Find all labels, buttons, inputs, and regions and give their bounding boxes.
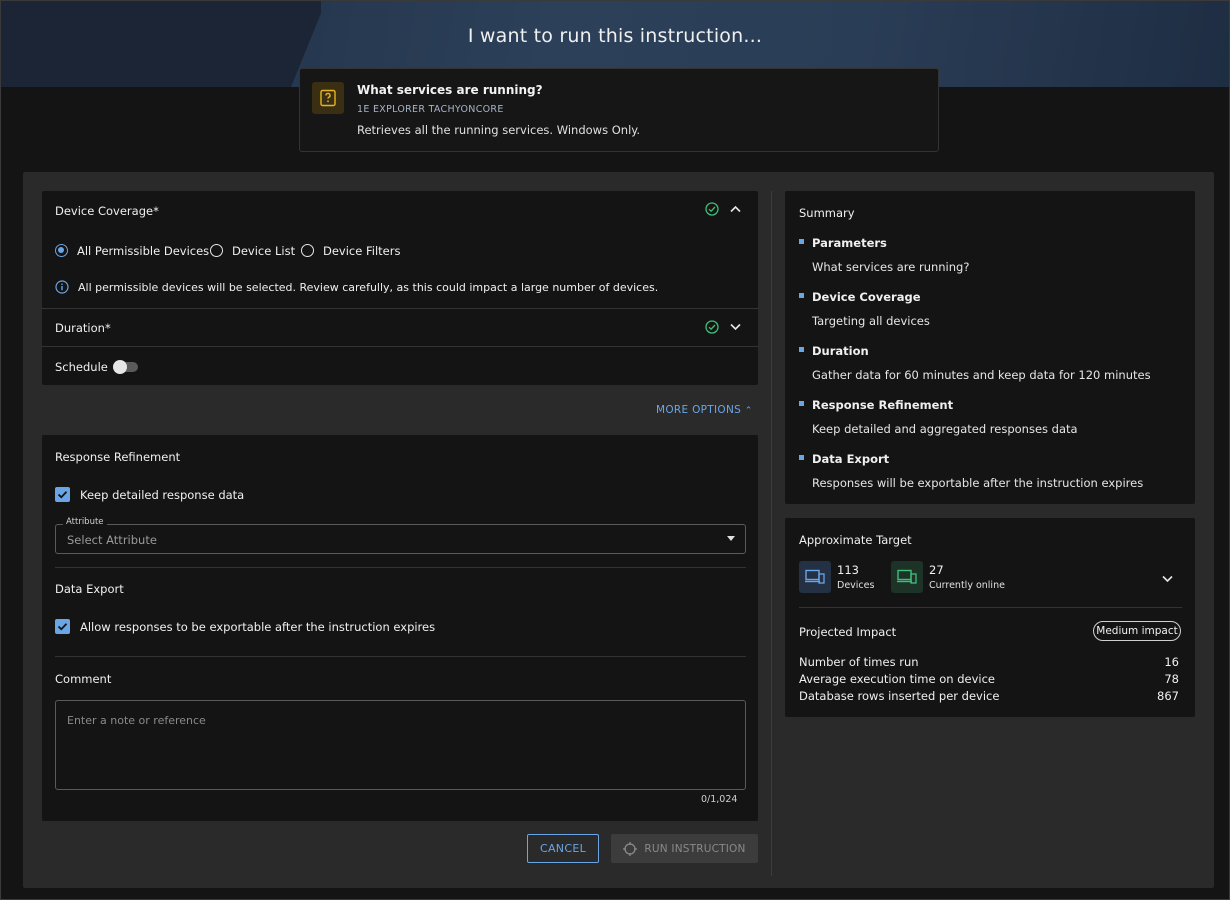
- device-coverage-label: Device Coverage*: [55, 204, 159, 218]
- radio-device-list[interactable]: [210, 244, 223, 257]
- separator: [42, 308, 758, 309]
- question-doc-icon: [312, 82, 344, 114]
- data-export-title: Data Export: [55, 582, 124, 596]
- devices-label: Devices: [837, 580, 875, 591]
- schedule-label: Schedule: [55, 360, 108, 374]
- summary-head: Parameters: [812, 236, 887, 250]
- summary-text: What services are running?: [812, 260, 970, 274]
- separator: [42, 346, 758, 347]
- devices-count: 113: [837, 563, 859, 577]
- instruction-description: Retrieves all the running services. Wind…: [357, 123, 641, 137]
- radio-label-all: All Permissible Devices: [77, 244, 210, 258]
- comment-placeholder: Enter a note or reference: [67, 714, 206, 727]
- online-count: 27: [929, 563, 944, 577]
- chevron-down-icon[interactable]: [730, 323, 741, 331]
- schedule-toggle[interactable]: [113, 360, 138, 374]
- radio-label-list: Device List: [232, 244, 296, 258]
- instruction-product: 1E EXPLORER TACHYONCORE: [357, 104, 504, 115]
- target-title: Approximate Target: [799, 533, 912, 547]
- radio-all-permissible[interactable]: [55, 244, 68, 257]
- crosshair-icon: [623, 841, 638, 856]
- summary-title: Summary: [799, 206, 855, 220]
- radio-device-filters[interactable]: [301, 244, 314, 257]
- dropdown-arrow-icon: [727, 536, 735, 541]
- metric-label: Number of times run: [799, 655, 919, 669]
- duration-label[interactable]: Duration*: [55, 321, 111, 335]
- metric-label: Average execution time on device: [799, 672, 995, 686]
- coverage-info-text: All permissible devices will be selected…: [78, 281, 659, 294]
- separator: [55, 567, 746, 568]
- keep-detailed-label: Keep detailed response data: [80, 488, 245, 502]
- check-circle-icon: [705, 320, 719, 334]
- comment-counter: 0/1,024: [701, 794, 738, 805]
- online-devices-icon: [891, 561, 923, 593]
- info-icon: [55, 280, 69, 294]
- keep-detailed-checkbox[interactable]: [55, 487, 70, 502]
- bullet: [799, 455, 804, 460]
- metric-value: 867: [1157, 689, 1179, 703]
- chevron-up-icon[interactable]: [730, 205, 741, 213]
- instruction-name: What services are running?: [357, 83, 543, 97]
- chevron-up-icon: ⌃: [744, 406, 753, 416]
- comment-title: Comment: [55, 672, 112, 686]
- instruction-card: What services are running? 1E EXPLORER T…: [299, 68, 939, 152]
- attribute-select-value: Select Attribute: [67, 533, 157, 547]
- bullet: [799, 239, 804, 244]
- summary-text: Targeting all devices: [812, 314, 930, 328]
- bullet: [799, 401, 804, 406]
- summary-text: Responses will be exportable after the i…: [812, 476, 1144, 490]
- summary-text: Gather data for 60 minutes and keep data…: [812, 368, 1151, 382]
- summary-head: Data Export: [812, 452, 890, 466]
- allow-export-checkbox[interactable]: [55, 619, 70, 634]
- bullet: [799, 293, 804, 298]
- separator: [799, 607, 1182, 608]
- comment-input[interactable]: Enter a note or reference: [55, 700, 746, 790]
- run-instruction-button[interactable]: RUN INSTRUCTION: [611, 834, 758, 863]
- devices-icon: [799, 561, 831, 593]
- cancel-button[interactable]: CANCEL: [527, 834, 599, 863]
- separator: [55, 656, 746, 657]
- metric-label: Database rows inserted per device: [799, 689, 1000, 703]
- page-title: I want to run this instruction...: [467, 25, 763, 47]
- radio-label-filters: Device Filters: [323, 244, 401, 258]
- target-card: [785, 518, 1195, 717]
- summary-head: Response Refinement: [812, 398, 954, 412]
- summary-head: Device Coverage: [812, 290, 921, 304]
- metric-value: 78: [1164, 672, 1179, 686]
- response-refinement-title: Response Refinement: [55, 450, 181, 464]
- attribute-select[interactable]: Select Attribute: [55, 524, 746, 554]
- projected-impact-label: Projected Impact: [799, 625, 897, 639]
- metric-value: 16: [1164, 655, 1179, 669]
- check-circle-icon: [705, 202, 719, 216]
- run-instruction-label: RUN INSTRUCTION: [644, 842, 746, 855]
- allow-export-label: Allow responses to be exportable after t…: [80, 620, 436, 634]
- online-label: Currently online: [929, 580, 1005, 591]
- impact-badge: Medium impact: [1093, 621, 1181, 641]
- chevron-down-icon[interactable]: [1162, 575, 1173, 583]
- summary-text: Keep detailed and aggregated responses d…: [812, 422, 1078, 436]
- panel-divider: [771, 191, 772, 876]
- bullet: [799, 347, 804, 352]
- more-options-link[interactable]: MORE OPTIONS ⌃: [656, 404, 753, 416]
- attribute-legend: Attribute: [63, 517, 107, 527]
- summary-head: Duration: [812, 344, 869, 358]
